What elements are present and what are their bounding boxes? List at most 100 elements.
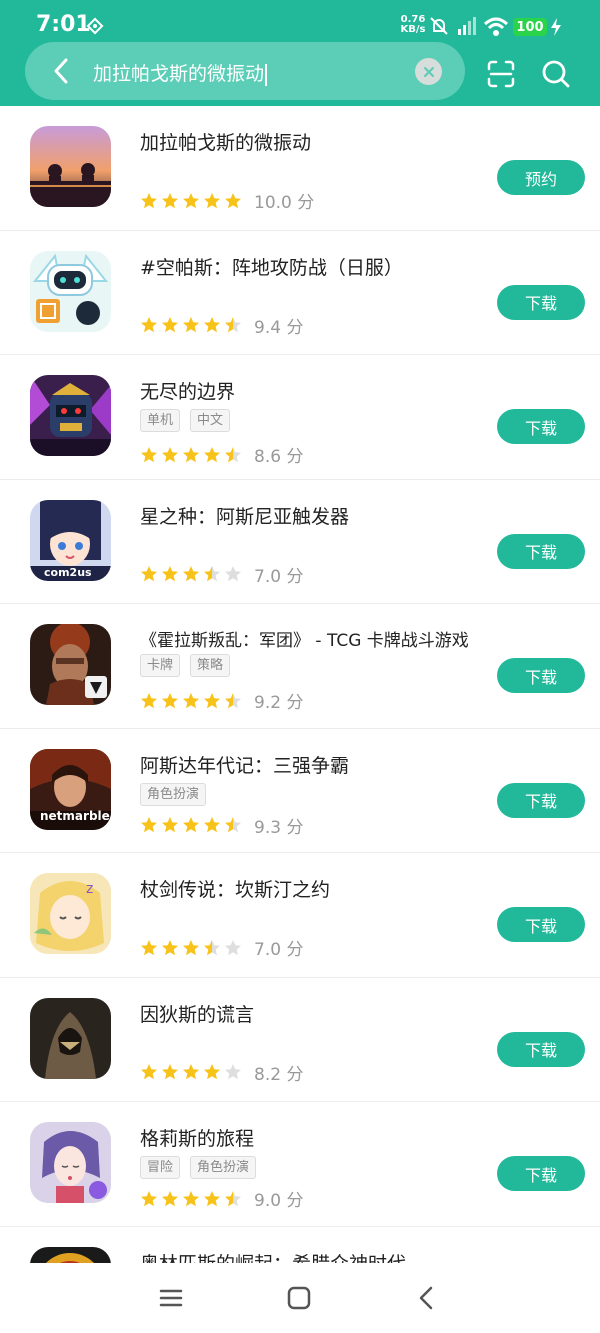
- app-title[interactable]: 星之种：阿斯尼亚触发器: [140, 502, 349, 529]
- star-half-icon: [225, 1190, 241, 1206]
- star-full-icon: [183, 692, 199, 708]
- star-full-icon: [141, 939, 157, 955]
- star-half-icon: [225, 817, 241, 833]
- tag-list: 卡牌 策略: [140, 654, 231, 677]
- rating-score: 10.0 分: [254, 193, 315, 213]
- app-icon: [30, 375, 111, 456]
- list-item[interactable]: 因狄斯的谎言 8.2 分 下载: [0, 978, 600, 1102]
- download-button[interactable]: 下载: [497, 284, 585, 320]
- app-icon: z: [30, 873, 111, 954]
- app-title[interactable]: 奥林匹斯的崛起：希腊众神时代: [140, 1249, 406, 1264]
- tag: 角色扮演: [190, 1156, 257, 1179]
- mute-icon: [428, 15, 450, 41]
- rating: 9.3 分: [140, 813, 303, 838]
- search-input[interactable]: 加拉帕戈斯的微振动: [93, 59, 268, 86]
- download-button[interactable]: 下载: [497, 1031, 585, 1067]
- app-title[interactable]: 格莉斯的旅程: [140, 1124, 254, 1151]
- clear-icon[interactable]: [415, 58, 442, 85]
- star-half-icon: [225, 317, 241, 333]
- star-rating: [140, 446, 242, 464]
- tag: 卡牌: [140, 654, 181, 677]
- list-item[interactable]: #空帕斯：阵地攻防战（日服） 9.4 分 下载: [0, 231, 600, 355]
- star-rating: [140, 692, 242, 710]
- app-title[interactable]: 加拉帕戈斯的微振动: [140, 128, 311, 155]
- star-full-icon: [183, 1064, 199, 1080]
- list-item[interactable]: 格莉斯的旅程 冒险 角色扮演 9.0 分 下载: [0, 1102, 600, 1227]
- download-button[interactable]: 下载: [497, 782, 585, 818]
- search-icon[interactable]: [540, 58, 572, 90]
- list-item[interactable]: com2us 星之种：阿斯尼亚触发器 7.0 分 下载: [0, 480, 600, 604]
- app-icon-brand: com2us: [44, 565, 92, 579]
- network-speed: 0.76 KB/s: [400, 14, 426, 35]
- scan-icon[interactable]: [485, 58, 517, 90]
- tag: 单机: [140, 409, 181, 432]
- app-title[interactable]: 阿斯达年代记：三强争霸: [140, 751, 349, 778]
- back-icon[interactable]: [47, 56, 77, 86]
- app-title[interactable]: 无尽的边界: [140, 377, 235, 404]
- app-title[interactable]: 杖剑传说：坎斯汀之约: [140, 875, 330, 902]
- star-half-icon: [225, 692, 241, 708]
- star-full-icon: [162, 566, 178, 582]
- download-button[interactable]: 下载: [497, 1156, 585, 1191]
- star-full-icon: [141, 1064, 157, 1080]
- reserve-button[interactable]: 预约: [497, 160, 585, 195]
- star-full-icon: [162, 692, 178, 708]
- rating-score: 7.0 分: [254, 940, 304, 960]
- star-empty-icon: [225, 566, 241, 582]
- star-full-icon: [162, 1064, 178, 1080]
- app-icon: com2us: [30, 499, 111, 581]
- rating: 9.4 分: [140, 313, 303, 338]
- star-empty-icon: [225, 939, 241, 955]
- rating: 9.0 分: [140, 1186, 303, 1211]
- sync-icon: [86, 17, 104, 39]
- app-title[interactable]: 《霍拉斯叛乱：军团》 - TCG 卡牌战斗游戏: [140, 626, 469, 651]
- list-item[interactable]: 加拉帕戈斯的微振动 10.0 分 预约: [0, 106, 600, 231]
- star-full-icon: [141, 192, 157, 208]
- star-full-icon: [204, 1190, 220, 1206]
- signal-icon: [455, 15, 477, 41]
- list-item[interactable]: 《霍拉斯叛乱：军团》 - TCG 卡牌战斗游戏 卡牌 策略 9.2 分 下载: [0, 604, 600, 729]
- rating: 7.0 分: [140, 562, 303, 587]
- rating-score: 9.3 分: [254, 817, 304, 838]
- menu-icon[interactable]: [157, 1283, 187, 1313]
- download-button[interactable]: 下载: [497, 907, 585, 942]
- star-full-icon: [204, 1064, 220, 1080]
- star-full-icon: [162, 317, 178, 333]
- app-title[interactable]: 因狄斯的谎言: [140, 1000, 254, 1027]
- star-full-icon: [183, 317, 199, 333]
- star-rating: [140, 816, 242, 834]
- star-full-icon: [162, 939, 178, 955]
- download-button[interactable]: 下载: [497, 409, 585, 444]
- star-full-icon: [162, 1190, 178, 1206]
- download-button[interactable]: 下载: [497, 533, 585, 569]
- app-title[interactable]: #空帕斯：阵地攻防战（日服）: [140, 253, 403, 280]
- rating-score: 8.6 分: [254, 447, 304, 467]
- star-half-icon: [204, 939, 220, 955]
- status-bar: 7:01 0.76 KB/s 100: [0, 0, 600, 46]
- star-full-icon: [204, 817, 220, 833]
- tag: 策略: [190, 654, 231, 677]
- nav-back-icon[interactable]: [413, 1283, 443, 1313]
- tag-list: 冒险 角色扮演: [140, 1156, 257, 1179]
- app-icon: netmarble: [30, 748, 111, 830]
- list-item[interactable]: 奥林匹斯的崛起：希腊众神时代: [0, 1227, 600, 1264]
- star-full-icon: [141, 817, 157, 833]
- rating-score: 7.0 分: [254, 566, 304, 587]
- download-button[interactable]: 下载: [497, 658, 585, 693]
- charging-icon: [550, 18, 562, 40]
- home-icon[interactable]: [284, 1283, 314, 1313]
- tag: 冒险: [140, 1156, 181, 1179]
- tag-list: 角色扮演: [140, 782, 207, 806]
- rating: 10.0 分: [140, 188, 314, 213]
- list-item[interactable]: 无尽的边界 单机 中文 8.6 分 下载: [0, 355, 600, 480]
- star-full-icon: [141, 317, 157, 333]
- list-item[interactable]: z 杖剑传说：坎斯汀之约 7.0 分 下载: [0, 853, 600, 978]
- star-rating: [140, 565, 242, 583]
- app-icon: [30, 1246, 111, 1263]
- rating-score: 9.0 分: [254, 1191, 304, 1211]
- list-item[interactable]: netmarble 阿斯达年代记：三强争霸 角色扮演 9.3 分 下载: [0, 729, 600, 853]
- star-full-icon: [204, 317, 220, 333]
- star-full-icon: [204, 692, 220, 708]
- top-header: 7:01 0.76 KB/s 100 加拉帕戈斯的微振动: [0, 0, 600, 106]
- search-bar[interactable]: 加拉帕戈斯的微振动: [25, 42, 465, 100]
